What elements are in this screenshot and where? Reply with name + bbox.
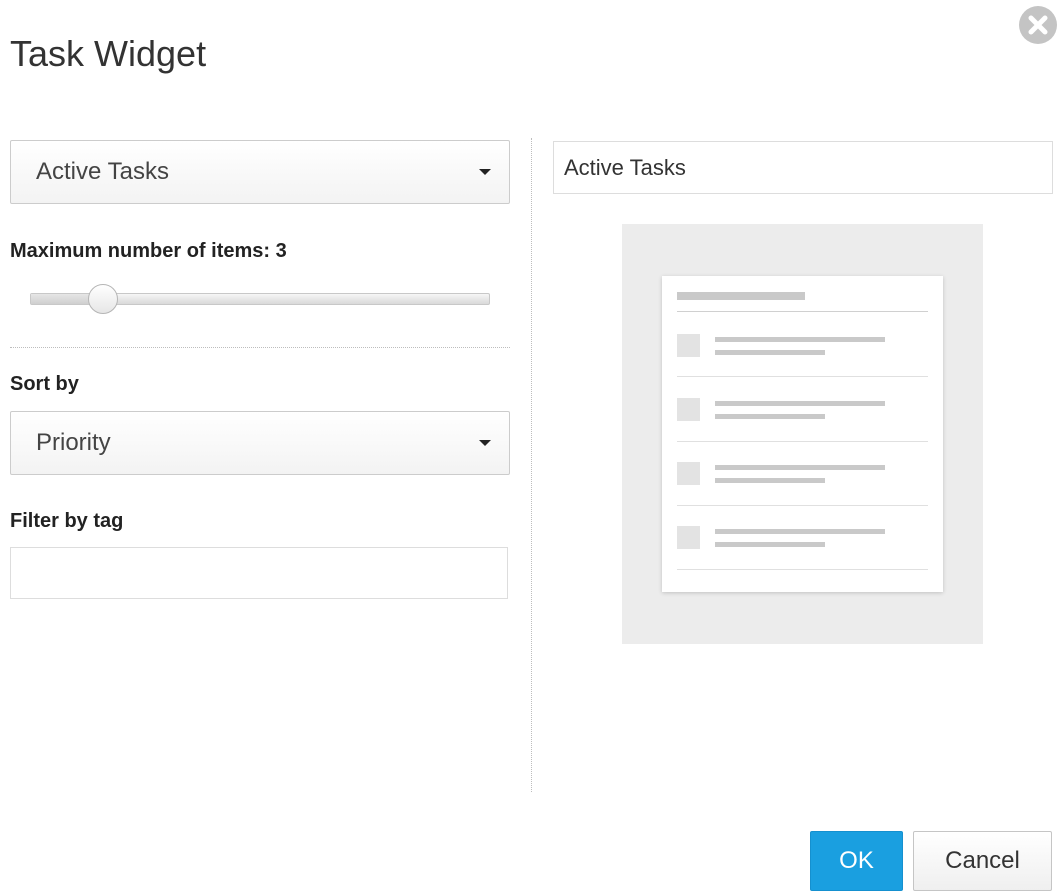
preview-row xyxy=(677,504,928,568)
dialog-title: Task Widget xyxy=(10,33,207,74)
widget-title-input[interactable] xyxy=(553,141,1053,194)
sort-by-select-value: Priority xyxy=(36,429,111,456)
preview-card xyxy=(662,276,943,592)
preview-checkbox xyxy=(677,334,700,357)
preview-line xyxy=(715,401,885,406)
cancel-button[interactable]: Cancel xyxy=(913,831,1052,891)
preview-line xyxy=(715,465,885,470)
filter-by-tag-label: Filter by tag xyxy=(10,510,124,532)
preview-checkbox xyxy=(677,398,700,421)
task-list-select-value: Active Tasks xyxy=(36,158,169,185)
preview-row xyxy=(677,440,928,504)
preview-line xyxy=(715,529,885,534)
caret-down-icon xyxy=(479,440,491,446)
column-divider xyxy=(531,138,532,792)
preview-line xyxy=(715,337,885,342)
preview-row xyxy=(677,312,928,376)
filter-by-tag-input[interactable] xyxy=(10,547,508,599)
max-items-slider[interactable] xyxy=(30,284,492,314)
preview-checkbox xyxy=(677,462,700,485)
sort-by-label: Sort by xyxy=(10,373,79,395)
preview-line xyxy=(715,414,825,419)
widget-preview xyxy=(622,224,983,644)
preview-line xyxy=(715,542,825,547)
caret-down-icon xyxy=(479,169,491,175)
preview-line xyxy=(715,478,825,483)
preview-row xyxy=(677,376,928,440)
max-items-label: Maximum number of items: 3 xyxy=(10,240,287,262)
ok-button[interactable]: OK xyxy=(810,831,903,891)
preview-header-bar xyxy=(677,292,805,300)
slider-handle[interactable] xyxy=(88,284,118,314)
preview-divider xyxy=(677,569,928,570)
task-list-select[interactable]: Active Tasks xyxy=(10,140,510,204)
sort-by-select[interactable]: Priority xyxy=(10,411,510,475)
close-icon[interactable] xyxy=(1018,5,1058,45)
preview-checkbox xyxy=(677,526,700,549)
section-divider xyxy=(10,347,510,348)
preview-line xyxy=(715,350,825,355)
